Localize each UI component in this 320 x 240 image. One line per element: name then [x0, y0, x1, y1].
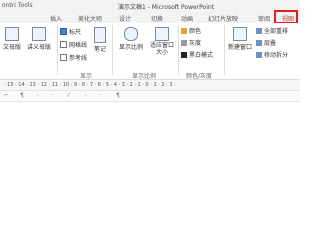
format-icon[interactable]: ·	[52, 92, 54, 99]
notes-button[interactable]: 笔记	[90, 27, 110, 53]
tab-slideshow[interactable]: 幻灯片放映	[208, 14, 238, 23]
zoom-button[interactable]: 显示比例	[115, 27, 147, 51]
horizontal-ruler: · 15 · 14 · 13 · 12 · 11 · 10 · 9 · 8 · …	[0, 80, 300, 91]
format-icon[interactable]: ·	[100, 92, 102, 99]
arrange-icon	[256, 28, 262, 34]
checkbox-icon	[60, 54, 67, 61]
fit-window-icon	[155, 27, 169, 41]
title-bar: ordri Tools 演示文稿1 - Microsoft PowerPoint	[0, 0, 300, 12]
ruler-ticks: · 15 · 14 · 13 · 12 · 11 · 10 · 9 · 8 · …	[4, 82, 176, 88]
move-split-button[interactable]: 移动拆分	[256, 52, 288, 60]
checkbox-icon	[60, 28, 67, 35]
cascade-button[interactable]: 层叠	[256, 40, 276, 48]
checkbox-icon	[60, 41, 67, 48]
black-white-button[interactable]: 黑白模式	[181, 52, 213, 60]
black-white-swatch-icon	[181, 52, 187, 58]
app-brand: ordri Tools	[2, 2, 33, 9]
slide-master-icon	[5, 27, 19, 41]
slide-master-button[interactable]: 文母版	[2, 27, 22, 51]
cascade-icon	[256, 40, 262, 46]
active-tab-highlight	[274, 10, 298, 24]
move-split-icon	[256, 52, 262, 58]
group-label-zoom: 显示比例	[132, 73, 157, 80]
window-title: 演示文稿1 - Microsoft PowerPoint	[118, 4, 215, 11]
divider	[224, 25, 225, 75]
group-label-color: 颜色/灰度	[186, 73, 213, 80]
gridlines-checkbox[interactable]: 网格线	[60, 40, 87, 49]
magnifier-icon	[124, 27, 138, 41]
color-button[interactable]: 颜色	[181, 28, 201, 36]
format-icon[interactable]: ⌐	[4, 92, 9, 99]
format-icon[interactable]: ¶	[116, 92, 120, 99]
slide-master-label: 文母版	[2, 44, 21, 51]
handout-master-label: 讲义母版	[26, 44, 51, 51]
group-label-show: 显示	[80, 73, 93, 80]
tab-animations[interactable]: 动画	[181, 14, 193, 23]
quick-format-bar: ⌐ ¶ ◦ · ⁄ ◦ · ¶	[0, 91, 300, 102]
new-window-icon	[233, 27, 247, 41]
format-icon[interactable]: ¶	[20, 92, 24, 99]
handout-master-icon	[32, 27, 46, 41]
new-window-button[interactable]: 新建窗口	[227, 27, 253, 51]
slide-canvas[interactable]	[0, 102, 300, 220]
ruler-checkbox[interactable]: 标尺	[60, 27, 81, 36]
zoom-label: 显示比例	[118, 44, 143, 51]
tab-insert[interactable]: 插入	[50, 14, 62, 23]
format-icon[interactable]: ◦	[84, 92, 88, 99]
guides-checkbox[interactable]: 参考线	[60, 53, 87, 62]
new-window-label: 新建窗口	[227, 44, 252, 51]
tab-transitions[interactable]: 切换	[151, 14, 163, 23]
grayscale-swatch-icon	[181, 40, 187, 46]
divider	[57, 25, 58, 75]
ribbon-tab-bar: 插入 美化大师 设计 切换 动画 幻灯片放映 审阅 视图	[0, 12, 300, 23]
fit-window-label: 适应窗口大小	[149, 42, 174, 56]
ribbon-panel: 文母版 讲义母版 标尺 网格线 参考线 笔记 显示 显示比例 适应窗口大小 显示…	[0, 23, 300, 80]
fit-window-button[interactable]: 适应窗口大小	[148, 27, 176, 56]
format-icon[interactable]: ⁄	[68, 92, 69, 99]
tab-beautify[interactable]: 美化大师	[78, 14, 102, 23]
format-icon[interactable]: ◦	[36, 92, 40, 99]
arrange-all-button[interactable]: 全部重排	[256, 28, 288, 36]
notes-icon	[94, 27, 106, 43]
tab-design[interactable]: 设计	[119, 14, 131, 23]
color-swatch-icon	[181, 28, 187, 34]
divider	[178, 25, 179, 75]
handout-master-button[interactable]: 讲义母版	[24, 27, 54, 51]
notes-label: 笔记	[93, 46, 106, 53]
divider	[112, 25, 113, 75]
tab-review[interactable]: 审阅	[258, 14, 270, 23]
grayscale-button[interactable]: 灰度	[181, 40, 201, 48]
